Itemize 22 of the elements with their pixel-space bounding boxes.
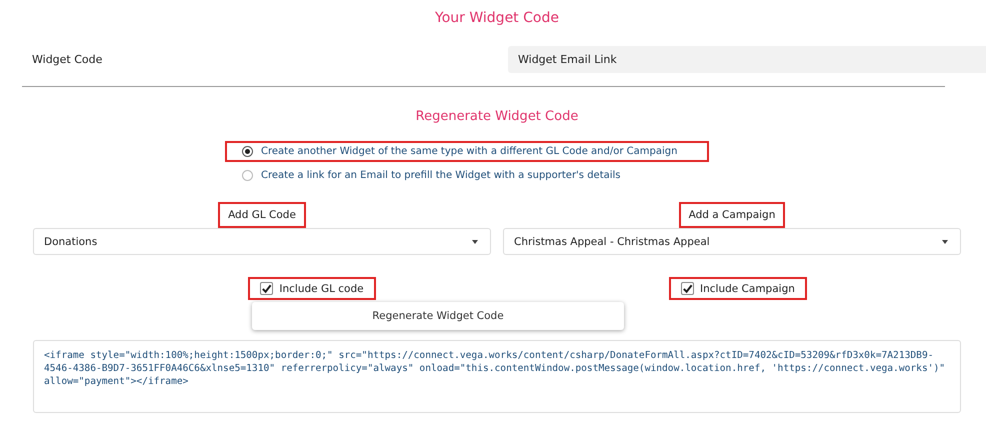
dropdown-value: Donations (44, 236, 98, 248)
option-label: Create a link for an Email to prefill the Widget with a supporter's details (261, 170, 621, 181)
radio-button[interactable] (242, 170, 253, 181)
caret-icon (472, 240, 478, 244)
checkbox-label: Include Campaign (700, 282, 795, 294)
dropdown[interactable]: Donations (33, 228, 491, 255)
dropdown[interactable]: Christmas Appeal - Christmas Appeal (503, 228, 961, 255)
field-label: Add GL Code (218, 202, 306, 228)
option-label: Create another Widget of the same type with a different GL Code and/or Campaign (261, 146, 678, 157)
section-title: Regenerate Widget Code (414, 109, 580, 126)
checkbox[interactable] (681, 282, 694, 295)
page-title: Your Widget Code (434, 9, 560, 28)
dropdown-value: Christmas Appeal - Christmas Appeal (514, 236, 710, 248)
radio-button[interactable] (242, 146, 253, 157)
tab[interactable]: Widget Code (0, 46, 508, 73)
caret-icon (942, 240, 948, 244)
code-field[interactable]: <iframe style="width:100%;height:1500px;border:0;" src="https://connect.vega.works/content/csharp/DonateFormAll.aspx?ctID=7402&cID=53209&rfD3x0k=7A213DB9-4546-4386-B9D7-3651FF0A46C6&xlnse5=1310" referrerpolicy="always" onload="this.contentWindow.postMessage(window.location.href, 'https://connect.vega.works')" allow="payment"></iframe> (33, 340, 961, 413)
checkbox-label: Include GL code (279, 282, 364, 294)
field-label: Add a Campaign (678, 202, 786, 228)
checkbox[interactable] (260, 282, 274, 295)
regenerate-button[interactable]: Regenerate Widget Code (252, 302, 624, 330)
tab[interactable]: Widget Email Link (508, 46, 986, 73)
